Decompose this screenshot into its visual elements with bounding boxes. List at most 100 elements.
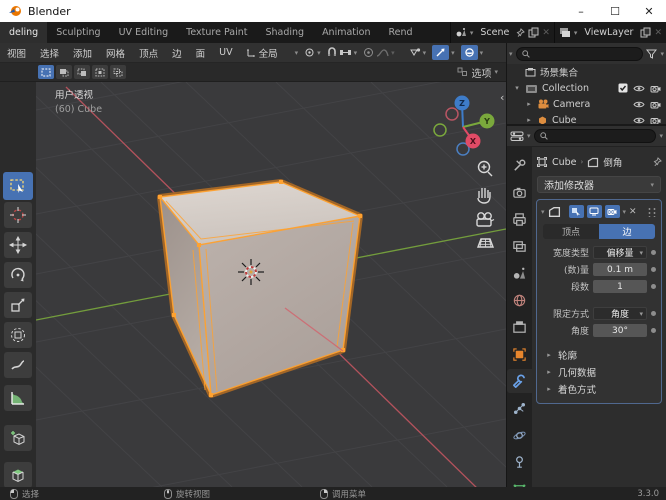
segments-field[interactable]: 1	[593, 280, 647, 293]
disable-render-icon[interactable]	[650, 116, 661, 125]
disable-render-icon[interactable]	[650, 84, 661, 93]
tab-physics[interactable]	[507, 423, 532, 447]
tool-rotate[interactable]	[4, 262, 32, 288]
show-gizmo-chevron[interactable]: ▾	[423, 49, 427, 57]
viewport-overlays-toggle[interactable]: ▾	[460, 45, 484, 60]
camera-expand-icon[interactable]: ▸	[525, 100, 533, 108]
workspace-tab-texture-paint[interactable]: Texture Paint	[177, 22, 256, 43]
collection-expand-icon[interactable]: ▾	[513, 84, 521, 92]
filter-chevron[interactable]: ▾	[660, 50, 664, 58]
properties-options-chevron[interactable]: ▾	[659, 132, 663, 140]
modifier-delete-icon[interactable]: ✕	[629, 207, 637, 217]
outliner-item-camera[interactable]: ▸ Camera	[507, 96, 666, 112]
tab-modifiers[interactable]	[507, 369, 532, 393]
scene-3d[interactable]: Z Y X ‹	[0, 82, 506, 487]
menu-uv[interactable]: UV	[212, 47, 239, 58]
select-mode-new[interactable]	[38, 65, 54, 79]
gizmos-chevron[interactable]: ▾	[451, 49, 455, 57]
menu-face[interactable]: 面	[189, 46, 213, 60]
tool-extrude-region[interactable]	[4, 462, 32, 487]
width-type-dropdown[interactable]: 偏移量 ▾	[593, 246, 647, 259]
show-gizmo[interactable]: ▾	[409, 47, 427, 58]
tool-scale[interactable]	[4, 292, 32, 318]
checkbox-icon[interactable]	[618, 83, 628, 93]
disable-render-icon[interactable]	[650, 100, 661, 109]
limit-method-dropdown[interactable]: 角度 ▾	[593, 307, 647, 320]
new-scene-icon[interactable]	[528, 27, 539, 38]
filter-icon[interactable]	[646, 49, 658, 59]
view-layer-name[interactable]: ViewLayer	[580, 27, 637, 38]
workspace-tab-uv-editing[interactable]: UV Editing	[110, 22, 178, 43]
workspace-tab-sculpting[interactable]: Sculpting	[47, 22, 109, 43]
properties-search[interactable]	[533, 129, 657, 143]
outliner-item-cube[interactable]: ▸ Cube	[507, 112, 666, 125]
breadcrumb-object[interactable]: Cube	[552, 157, 577, 168]
tab-tool[interactable]	[507, 153, 532, 177]
outliner-editor-chevron[interactable]: ▾	[509, 50, 513, 58]
section-shading[interactable]: ▸ 着色方式	[541, 380, 657, 397]
overlays-chevron[interactable]: ▾	[480, 49, 484, 57]
outliner-search[interactable]	[515, 46, 644, 61]
workspace-tab-shading[interactable]: Shading	[256, 22, 313, 43]
animate-dot[interactable]	[651, 250, 656, 255]
pivot-chevron[interactable]: ▾	[317, 49, 321, 57]
outliner-item-scene-collection[interactable]: 场景集合	[507, 64, 666, 80]
menu-view[interactable]: 视图	[0, 46, 33, 60]
view-layer-dropdown-chevron[interactable]: ▾	[574, 29, 578, 37]
tab-render[interactable]	[507, 180, 532, 204]
tool-transform[interactable]	[4, 322, 32, 348]
hide-viewport-icon[interactable]	[633, 116, 645, 125]
select-mode-invert[interactable]	[92, 65, 108, 79]
angle-field[interactable]: 30°	[593, 324, 647, 337]
snapping-chevron[interactable]: ▾	[354, 49, 358, 57]
tab-output[interactable]	[507, 207, 532, 231]
modifier-expand-chevron[interactable]: ▾	[541, 208, 545, 216]
pin-id-icon[interactable]	[652, 156, 662, 168]
viewport-gizmos-toggle[interactable]: ▾	[432, 45, 455, 60]
breadcrumb-modifier[interactable]: 倒角	[603, 155, 622, 169]
toggle-render-display[interactable]	[604, 205, 620, 218]
snapping[interactable]: ▾	[327, 47, 358, 58]
select-mode-intersect[interactable]	[110, 65, 126, 79]
tab-world[interactable]	[507, 288, 532, 312]
properties-search-input[interactable]	[550, 131, 651, 141]
options-chevron[interactable]: ▾	[494, 68, 498, 76]
tab-object-data[interactable]	[507, 477, 532, 487]
pin-icon[interactable]	[516, 27, 526, 38]
menu-mesh[interactable]: 网格	[99, 46, 132, 60]
workspace-tab-modeling[interactable]: deling	[0, 22, 48, 43]
affect-edges-tab[interactable]: 边	[599, 224, 655, 239]
orientation-value[interactable]: 全局	[259, 46, 293, 60]
animate-dot[interactable]	[651, 267, 656, 272]
toggle-edit-mode-display[interactable]	[568, 205, 584, 218]
scene-dropdown-chevron[interactable]: ▾	[470, 29, 474, 37]
workspace-tab-rendering[interactable]: Rend	[380, 22, 422, 43]
overlays-icon[interactable]	[460, 45, 478, 60]
menu-edge[interactable]: 边	[165, 46, 189, 60]
minimize-button[interactable]: –	[564, 0, 598, 22]
gizmo-arrow-icon[interactable]	[432, 45, 450, 60]
view-layer-selector[interactable]: ▾ ViewLayer ✕	[553, 22, 666, 43]
animate-dot[interactable]	[651, 311, 656, 316]
menu-select[interactable]: 选择	[33, 46, 66, 60]
section-geometry[interactable]: ▸ 几何数据	[541, 363, 657, 380]
animate-dot[interactable]	[651, 328, 656, 333]
viewport-3d[interactable]: 用户透视 (60) Cube Z Y X ‹	[0, 82, 506, 487]
menu-vertex[interactable]: 顶点	[132, 46, 165, 60]
cube-expand-icon[interactable]: ▸	[525, 116, 533, 124]
tool-select-box[interactable]	[3, 172, 33, 200]
axis-neg-x-handle[interactable]	[445, 107, 459, 121]
modifier-extras-chevron[interactable]: ▾	[623, 208, 627, 216]
tab-collection-properties[interactable]	[507, 315, 532, 339]
properties-editor-chevron[interactable]: ▾	[527, 132, 531, 140]
pivot-point[interactable]: ▾	[304, 47, 321, 58]
scene-selector[interactable]: ▾ Scene ✕	[449, 22, 554, 43]
properties-editor-icon[interactable]	[510, 131, 524, 142]
tool-options[interactable]: 选项 ▾	[457, 65, 498, 80]
maximize-button[interactable]: ☐	[598, 0, 632, 22]
affect-vertices-tab[interactable]: 顶点	[543, 224, 599, 239]
workspace-tab-animation[interactable]: Animation	[313, 22, 379, 43]
outliner-item-collection[interactable]: ▾ Collection	[507, 80, 666, 96]
toggle-realtime-display[interactable]	[586, 205, 602, 218]
tab-constraints[interactable]	[507, 450, 532, 474]
